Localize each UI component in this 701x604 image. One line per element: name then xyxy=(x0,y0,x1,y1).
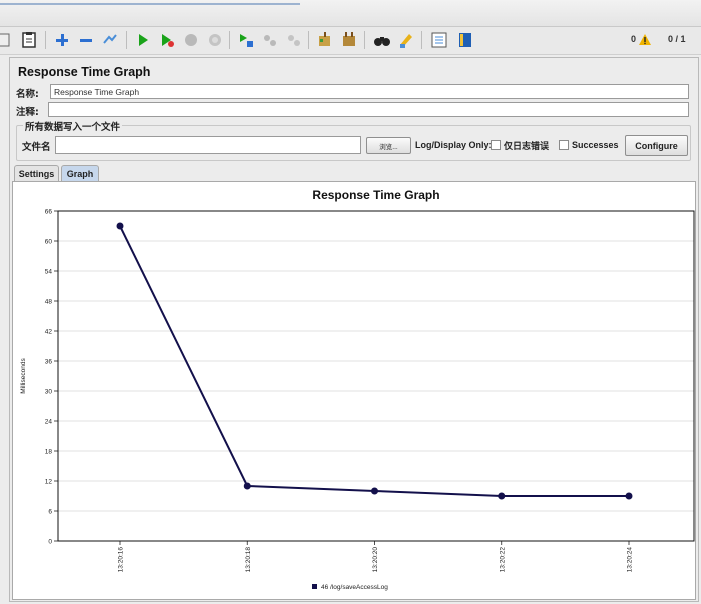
filename-input[interactable] xyxy=(55,136,361,154)
y-tick-label: 60 xyxy=(45,238,53,245)
errors-only-checkbox[interactable] xyxy=(491,140,501,150)
y-tick-label: 66 xyxy=(45,208,53,215)
add-icon[interactable] xyxy=(52,30,72,50)
reset-search-icon[interactable] xyxy=(396,30,416,50)
broom-icon[interactable] xyxy=(315,30,335,50)
remote-start-icon[interactable] xyxy=(236,30,256,50)
data-point xyxy=(116,222,124,230)
data-point xyxy=(243,482,251,490)
chart-title: Response Time Graph xyxy=(312,188,439,202)
x-tick-label: 13:20:22 xyxy=(499,547,506,573)
data-point xyxy=(498,492,506,500)
open-icon[interactable] xyxy=(0,30,14,50)
start-no-pause-icon[interactable] xyxy=(157,30,177,50)
y-tick-label: 54 xyxy=(45,268,53,275)
y-tick-label: 12 xyxy=(45,478,53,485)
tab-graph[interactable]: Graph xyxy=(61,165,99,181)
data-point xyxy=(371,487,378,495)
name-label: 名称: xyxy=(16,89,39,100)
thread-count: 0 / 1 xyxy=(668,34,686,44)
warning-icon[interactable] xyxy=(639,34,651,47)
clipboard-icon[interactable] xyxy=(19,30,39,50)
x-tick-label: 13:20:20 xyxy=(372,547,379,573)
stop-icon[interactable] xyxy=(181,30,201,50)
write-to-file-group: 所有数据写入一个文件 文件名 浏览... Log/Display Only: 仅… xyxy=(16,119,691,161)
shutdown-icon[interactable] xyxy=(205,30,225,50)
tab-settings[interactable]: Settings xyxy=(14,165,59,181)
page-title: Response Time Graph xyxy=(18,65,151,79)
x-tick-label: 13:20:18 xyxy=(245,547,252,573)
name-field[interactable]: Response Time Graph xyxy=(50,84,689,99)
browse-button[interactable]: 浏览... xyxy=(366,137,411,154)
remote-shutdown-icon[interactable] xyxy=(284,30,304,50)
title-bar xyxy=(0,0,701,27)
log-display-only-label: Log/Display Only: xyxy=(415,140,492,150)
start-icon[interactable] xyxy=(133,30,153,50)
y-tick-label: 30 xyxy=(45,388,53,395)
y-tick-label: 36 xyxy=(45,358,53,365)
y-axis-label: Milliseconds xyxy=(20,358,27,394)
data-point xyxy=(625,492,633,500)
legend-swatch xyxy=(312,584,317,589)
errors-only-label: 仅日志错误 xyxy=(504,142,550,152)
jmeter-window: 0 0 / 1 Response Time Graph 名称: Response… xyxy=(0,0,701,604)
response-time-graph-panel: Response Time Graph 名称: Response Time Gr… xyxy=(9,57,699,602)
y-tick-label: 42 xyxy=(45,328,53,335)
x-tick-label: 13:20:16 xyxy=(118,547,125,573)
binoculars-icon[interactable] xyxy=(372,30,392,50)
chart-svg: Response Time Graph 0 6 12 18 24 30 36 42 48 54 60 6… xyxy=(20,188,695,591)
filename-label: 文件名 xyxy=(22,142,51,153)
response-time-chart: Response Time Graph 0 6 12 18 24 30 36 42 48 54 60 6… xyxy=(12,181,696,600)
y-tick-label: 0 xyxy=(48,538,52,545)
function-helper-icon[interactable] xyxy=(429,30,449,50)
help-icon[interactable] xyxy=(455,30,475,50)
comment-label: 注释: xyxy=(16,107,39,118)
toolbar: 0 0 / 1 xyxy=(0,27,701,55)
remote-stop-icon[interactable] xyxy=(260,30,280,50)
y-tick-label: 6 xyxy=(48,508,52,515)
legend-label: 46 /log/saveAccessLog xyxy=(321,584,388,591)
clear-icon[interactable] xyxy=(100,30,120,50)
group-title: 所有数据写入一个文件 xyxy=(23,119,123,133)
configure-button[interactable]: Configure xyxy=(625,135,688,156)
y-tick-label: 24 xyxy=(45,418,53,425)
comment-field[interactable] xyxy=(48,102,689,117)
broom-all-icon[interactable] xyxy=(339,30,359,50)
warning-count: 0 xyxy=(631,34,637,44)
x-tick-label: 13:20:24 xyxy=(627,547,634,573)
successes-checkbox[interactable] xyxy=(559,140,569,150)
y-tick-label: 48 xyxy=(45,298,53,305)
y-tick-label: 18 xyxy=(45,448,53,455)
remove-icon[interactable] xyxy=(76,30,96,50)
successes-label: Successes xyxy=(572,140,619,150)
